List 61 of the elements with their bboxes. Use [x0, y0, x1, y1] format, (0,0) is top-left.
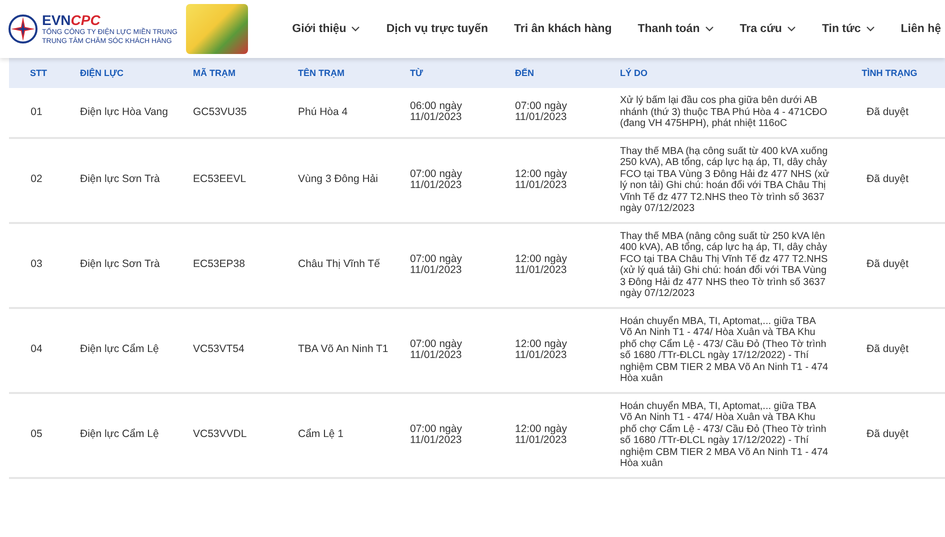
chevron-down-icon [704, 26, 714, 32]
end-time: 07:00 ngày 11/01/2023 [515, 100, 567, 124]
row-number: 03 [30, 258, 42, 270]
unit-name: Điện lực Cẩm Lệ [80, 343, 159, 356]
status-text: Đã duyệt [866, 173, 909, 186]
unit-name: Điện lực Hòa Vang [80, 106, 168, 118]
station-name: Vùng 3 Đông Hải [298, 173, 378, 186]
status-text: Đã duyệt [866, 258, 909, 270]
end-time: 12:00 ngày 11/01/2023 [515, 338, 567, 361]
nav-link[interactable]: Thanh toán [638, 23, 714, 35]
reason-text: Xử lý bấm lại đầu cos pha giữa bên dưới AB nhánh (thứ 3) thuộc TBA Phú Hòa 4 - 471CĐO (đang VH 475HPH), phát nhiệt 116oC [620, 95, 828, 129]
reason-text: Thay thế MBA (hạ công suất từ 400 kVA xuống 250 kVA), AB tổng, cáp lực hạ áp, TI, dây chảy FCO tại TBA Vùng 3 Đông Hải đz 477 NHS (xử lý non tải) Ghi chú: hoán đổi với TBA Châu Thị Vĩnh Tế đz 477 T2.NHS theo Tờ trình số 3637 ngày 07/12/2023 [620, 146, 830, 214]
row-number: 05 [30, 428, 42, 440]
station-name: Châu Thị Vĩnh Tế [298, 258, 380, 270]
start-time: 07:00 ngày 11/01/2023 [410, 422, 462, 446]
brand-name: EVNCPC [42, 12, 100, 28]
station-name: TBA Võ An Ninh T1 [298, 343, 388, 356]
unit-name: Điện lực Sơn Trà [80, 258, 160, 270]
nav-link[interactable]: Tin tức [822, 23, 875, 35]
row-number: 04 [30, 343, 42, 356]
column-header: TÌNH TRẠNG [834, 58, 945, 88]
station-code: EC53EP38 [193, 258, 245, 270]
start-time: 06:00 ngày 11/01/2023 [410, 100, 462, 124]
station-name: Phú Hòa 4 [298, 106, 348, 118]
unit-name: Điện lực Cẩm Lệ [80, 428, 159, 440]
station-code: GC53VU35 [193, 106, 247, 118]
row-number: 01 [30, 106, 42, 118]
end-time: 12:00 ngày 11/01/2023 [515, 422, 567, 446]
reason-text: Hoán chuyển MBA, TI, Aptomat,... giữa TBA Võ An Ninh T1 - 474/ Hòa Xuân và TBA Khu phố chợ Cẩm Lệ - 473/ Cầu Đỏ (Theo Tờ trình số 1680 /TTr-ĐLCL ngày 17/12/2022) - Thí nghiệm CBM TIER 2 MBA Võ An Ninh T1 - 474 Hòa xuân [620, 316, 828, 384]
column-header: LÝ DO [608, 58, 834, 88]
column-header: ĐIỆN LỰC [68, 58, 181, 88]
column-header: STT [9, 58, 68, 88]
nav-link[interactable]: Dịch vụ trực tuyến [386, 23, 488, 35]
station-code: VC53VVDL [193, 428, 247, 440]
end-time: 12:00 ngày 11/01/2023 [515, 252, 567, 276]
column-header: TỪ [398, 58, 503, 88]
status-text: Đã duyệt [866, 106, 909, 118]
nav-link[interactable]: Tri ân khách hàng [514, 23, 612, 35]
column-header: ĐẾN [503, 58, 608, 88]
end-time: 12:00 ngày 11/01/2023 [515, 168, 567, 191]
nav-link[interactable]: Tra cứu [740, 23, 796, 35]
row-number: 02 [30, 173, 42, 186]
station-code: EC53EEVL [193, 173, 246, 186]
start-time: 07:00 ngày 11/01/2023 [410, 338, 462, 361]
status-text: Đã duyệt [866, 428, 909, 440]
chevron-down-icon [866, 26, 875, 32]
chevron-down-icon [351, 26, 360, 32]
start-time: 07:00 ngày 11/01/2023 [410, 168, 462, 191]
nav-link[interactable]: Liên hệ [900, 23, 941, 35]
nav-link[interactable]: Giới thiệu [292, 23, 360, 35]
photo-placeholder [186, 4, 248, 54]
station-code: VC53VT54 [193, 343, 244, 356]
reason-text: Thay thế MBA (nâng công suất từ 250 kVA lên 400 kVA), AB tổng, cáp lực hạ áp, TI, dây chảy FCO tại TBA Châu Thị Vĩnh Tế đz 477 T2.NHS (xử lý quá tải) Ghi chú: hoán đổi với TBA Vùng 3 Đông Hải đz 477 NHS theo Tờ trình số 3637 ngày 07/12/2023 [620, 230, 828, 299]
start-time: 07:00 ngày 11/01/2023 [410, 252, 462, 276]
reason-text: Hoán chuyển MBA, TI, Aptomat,... giữa TBA Võ An Ninh T1 - 474/ Hòa Xuân và TBA Khu phố chợ Cẩm Lệ - 473/ Cầu Đỏ (Theo Tờ trình số 1680 /TTr-ĐLCL ngày 17/12/2022) - Thí nghiệm CBM TIER 2 MBA Võ An Ninh T1 - 474 Hòa xuân [620, 400, 828, 469]
station-name: Cẩm Lệ 1 [298, 428, 344, 440]
unit-name: Điện lực Sơn Trà [80, 173, 160, 186]
chevron-down-icon [786, 26, 796, 32]
status-text: Đã duyệt [866, 343, 909, 356]
column-header: TÊN TRẠM [286, 58, 398, 88]
column-header: MÃ TRẠM [181, 58, 286, 88]
